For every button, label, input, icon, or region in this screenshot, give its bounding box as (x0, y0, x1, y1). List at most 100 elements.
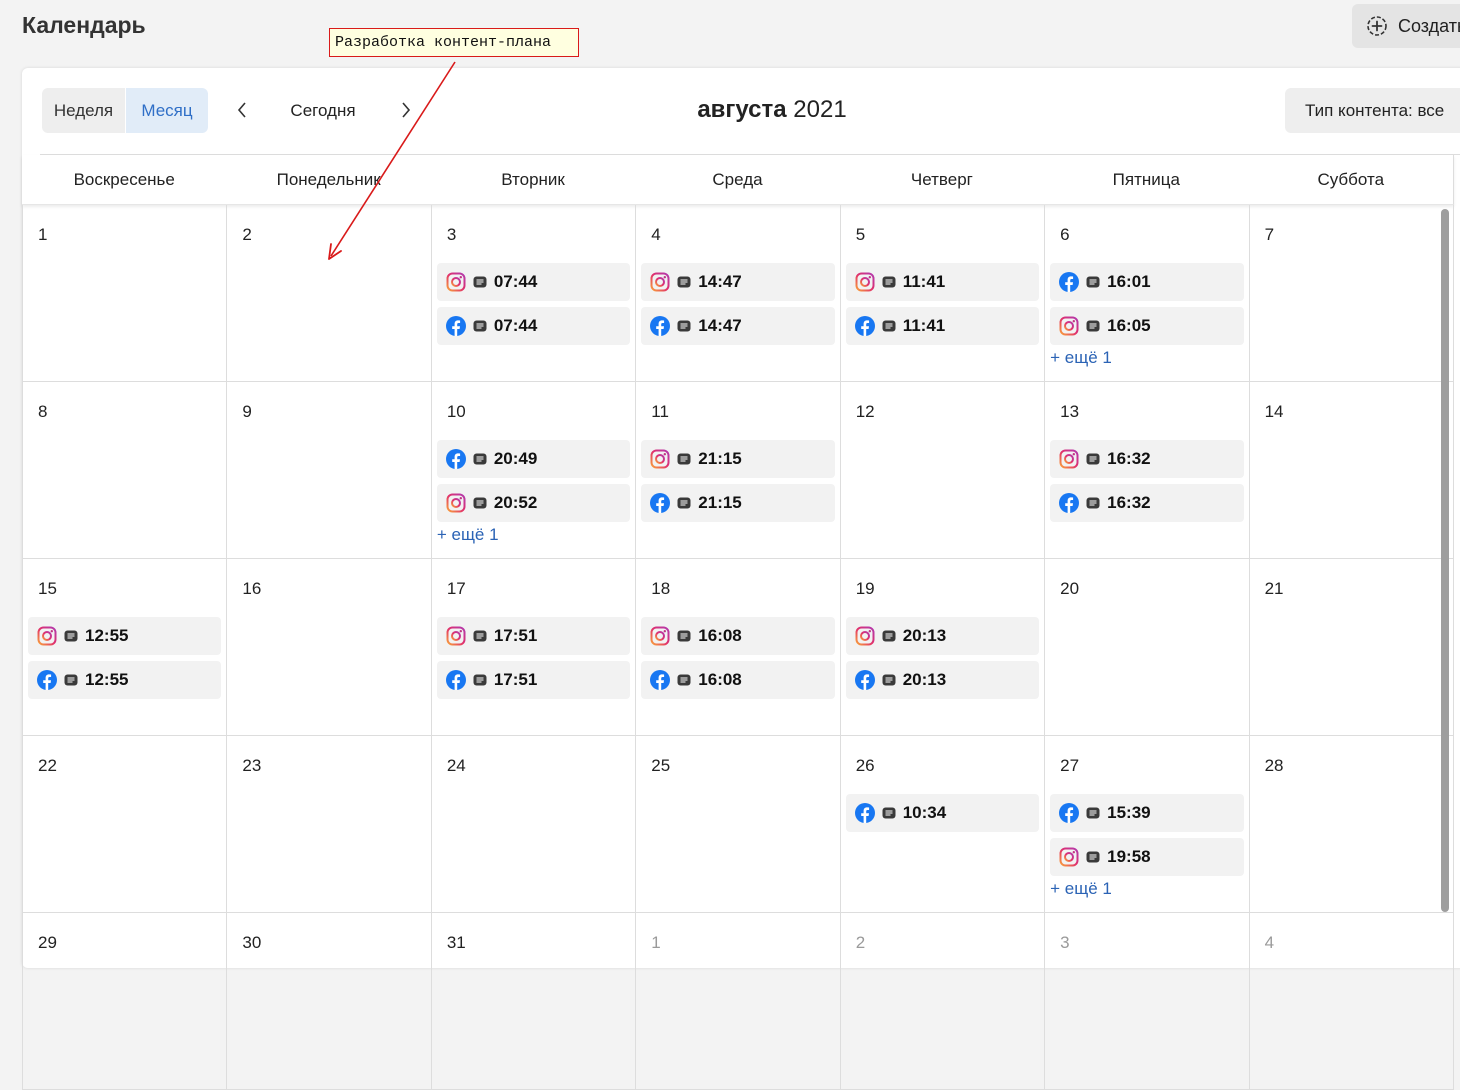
day-number: 2 (855, 933, 866, 952)
scheduled-post[interactable]: 20:13 (845, 617, 1040, 655)
text-post-icon (882, 807, 896, 819)
day-cell[interactable]: 27 15:39 19:58 + ещё 1 (1045, 736, 1250, 913)
text-post-icon (882, 276, 896, 288)
scheduled-post[interactable]: 17:51 (436, 661, 631, 699)
scheduled-post[interactable]: 11:41 (845, 307, 1040, 345)
scheduled-post[interactable]: 07:44 (436, 307, 631, 345)
scrollbar[interactable] (1441, 209, 1449, 912)
scheduled-post[interactable]: 15:39 (1050, 794, 1244, 832)
scheduled-post[interactable]: 16:01 (1050, 263, 1244, 301)
text-post-icon (473, 630, 487, 642)
day-number: 7 (1264, 225, 1275, 244)
text-post-icon (473, 674, 487, 686)
day-cell[interactable]: 12 (840, 382, 1046, 559)
day-cell[interactable]: 20 (1045, 559, 1250, 736)
day-cell[interactable]: 11 21:15 21:15 (636, 382, 841, 559)
weekday-header: Воскресенье Понедельник Вторник Среда Четвер… (22, 155, 1454, 205)
scheduled-post[interactable]: 12:55 (28, 661, 222, 699)
facebook-icon (1059, 803, 1080, 823)
post-time: 21:15 (698, 449, 742, 468)
post-time: 21:15 (698, 493, 742, 512)
show-more-link[interactable]: + ещё 1 (1050, 879, 1243, 899)
day-cell[interactable]: 2 (840, 913, 1046, 1090)
post-time: 12:55 (85, 626, 129, 645)
day-cell[interactable]: 26 10:34 (840, 736, 1046, 913)
day-cell[interactable]: 17 17:51 17:51 (431, 559, 637, 736)
day-cell[interactable]: 14 (1249, 382, 1454, 559)
facebook-icon (650, 670, 671, 690)
day-cell[interactable]: 6 16:01 16:05 + ещё 1 (1045, 205, 1250, 382)
add-circle-icon (1367, 16, 1387, 36)
scheduled-post[interactable]: 16:08 (641, 661, 835, 699)
day-cell[interactable]: 10 20:49 20:52 + ещё 1 (431, 382, 637, 559)
scheduled-post[interactable]: 11:41 (845, 263, 1040, 301)
day-cell[interactable]: 8 (23, 382, 228, 559)
day-cell[interactable]: 24 (431, 736, 637, 913)
day-cell[interactable]: 3 07:44 07:44 (431, 205, 637, 382)
create-button[interactable]: Создать (1352, 4, 1460, 48)
content-type-filter[interactable]: Тип контента: все (1285, 88, 1460, 133)
day-cell[interactable]: 22 (23, 736, 228, 913)
day-cell[interactable]: 31 (431, 913, 637, 1090)
instagram-icon (446, 493, 466, 513)
day-cell[interactable]: 19 20:13 20:13 (840, 559, 1046, 736)
scheduled-post[interactable]: 14:47 (641, 263, 835, 301)
day-cell[interactable]: 25 (636, 736, 841, 913)
instagram-icon (650, 272, 670, 292)
scheduled-post[interactable]: 12:55 (28, 617, 222, 655)
facebook-icon (854, 316, 875, 336)
scheduled-post[interactable]: 07:44 (436, 263, 631, 301)
day-cell[interactable]: 1 (636, 913, 841, 1090)
day-cell[interactable]: 9 (227, 382, 432, 559)
instagram-icon (855, 272, 875, 292)
text-post-icon (677, 453, 691, 465)
day-cell[interactable]: 5 11:41 11:41 (840, 205, 1046, 382)
scheduled-post[interactable]: 16:32 (1050, 484, 1244, 522)
post-time: 14:47 (698, 272, 742, 291)
month-title: августа 2021 (22, 96, 1460, 124)
scheduled-post[interactable]: 20:49 (436, 440, 631, 478)
scheduled-post[interactable]: 10:34 (845, 794, 1040, 832)
day-cell[interactable]: 21 (1249, 559, 1454, 736)
post-time: 10:34 (902, 803, 947, 822)
scheduled-post[interactable]: 20:13 (845, 661, 1040, 699)
facebook-icon (445, 670, 466, 690)
text-post-icon (677, 320, 691, 332)
day-number: 1 (651, 933, 661, 952)
day-cell[interactable]: 4 14:47 14:47 (636, 205, 841, 382)
post-time: 20:52 (493, 493, 538, 512)
show-more-link[interactable]: + ещё 1 (1050, 348, 1243, 368)
day-cell[interactable]: 23 (227, 736, 432, 913)
day-cell[interactable]: 7 (1249, 205, 1454, 382)
show-more-link[interactable]: + ещё 1 (437, 525, 630, 545)
day-number: 18 (651, 579, 671, 598)
scheduled-post[interactable]: 21:15 (641, 440, 835, 478)
post-time: 14:47 (698, 316, 742, 335)
day-cell[interactable]: 28 (1249, 736, 1454, 913)
scheduled-post[interactable]: 16:05 (1050, 307, 1244, 345)
scheduled-post[interactable]: 19:58 (1050, 838, 1244, 876)
page-title: Календарь (22, 12, 146, 38)
day-number: 29 (38, 933, 57, 952)
day-cell[interactable]: 4 (1249, 913, 1454, 1090)
text-post-icon (677, 674, 691, 686)
day-cell[interactable]: 16 (227, 559, 432, 736)
day-cell[interactable]: 3 (1045, 913, 1250, 1090)
facebook-icon (1059, 493, 1080, 513)
day-cell[interactable]: 2 (227, 205, 432, 382)
scheduled-post[interactable]: 16:32 (1050, 440, 1244, 478)
day-cell[interactable]: 29 (23, 913, 228, 1090)
day-number: 3 (1060, 933, 1070, 952)
day-cell[interactable]: 1 (23, 205, 228, 382)
day-cell[interactable]: 15 12:55 12:55 (23, 559, 228, 736)
scheduled-post[interactable]: 14:47 (641, 307, 835, 345)
day-cell[interactable]: 30 (227, 913, 432, 1090)
scheduled-post[interactable]: 21:15 (641, 484, 835, 522)
day-cell[interactable]: 18 16:08 16:08 (636, 559, 841, 736)
scheduled-post[interactable]: 17:51 (436, 617, 631, 655)
scheduled-post[interactable]: 16:08 (641, 617, 835, 655)
day-number: 20 (1060, 579, 1080, 598)
scheduled-post[interactable]: 20:52 (436, 484, 631, 522)
weekday-label: Пятница (1112, 170, 1180, 189)
day-cell[interactable]: 13 16:32 16:32 (1045, 382, 1250, 559)
